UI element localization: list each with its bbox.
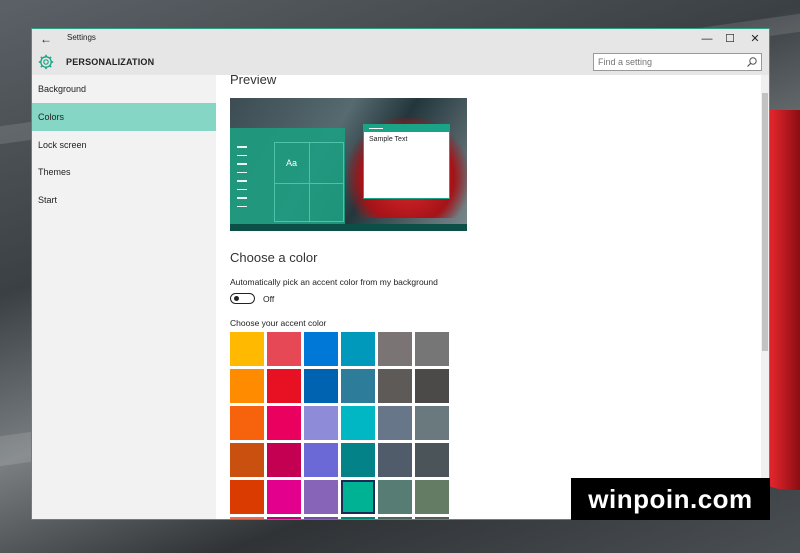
accent-color-swatch[interactable] [230, 406, 264, 440]
preview-heading: Preview [230, 75, 277, 87]
preview-window-bar [364, 125, 449, 132]
toggle-knob [234, 296, 239, 301]
preview-tile-text: Aa [286, 158, 298, 168]
auto-pick-toggle[interactable] [230, 293, 255, 304]
accent-color-swatch[interactable] [415, 369, 449, 403]
title-bar: ← Settings — ☐ ✕ [32, 29, 769, 49]
preview-menu-lines [237, 146, 247, 214]
accent-color-swatch[interactable] [415, 480, 449, 514]
accent-color-swatch[interactable] [415, 443, 449, 477]
window-title: Settings [67, 33, 96, 42]
accent-color-swatch[interactable] [267, 480, 301, 514]
preview-window: Sample Text [363, 124, 450, 199]
choose-color-heading: Choose a color [230, 250, 318, 265]
accent-color-swatch[interactable] [267, 332, 301, 366]
accent-color-swatch[interactable] [230, 332, 264, 366]
sidebar-item-start[interactable]: Start [32, 186, 216, 214]
accent-color-swatch[interactable] [230, 517, 264, 519]
accent-color-swatch[interactable] [378, 332, 412, 366]
accent-color-swatch[interactable] [378, 406, 412, 440]
accent-color-swatch[interactable] [230, 480, 264, 514]
sidebar-item-themes[interactable]: Themes [32, 158, 216, 186]
accent-color-swatch[interactable] [415, 517, 449, 519]
back-arrow-icon[interactable]: ← [38, 31, 54, 47]
accent-color-swatch[interactable] [378, 369, 412, 403]
accent-color-swatch[interactable] [304, 443, 338, 477]
page-title: PERSONALIZATION [66, 57, 155, 67]
accent-color-swatch[interactable] [341, 480, 375, 514]
accent-color-swatch[interactable] [415, 406, 449, 440]
accent-color-swatch[interactable] [378, 443, 412, 477]
preview-sample-text: Sample Text [369, 136, 408, 143]
accent-color-swatch[interactable] [230, 369, 264, 403]
accent-color-swatch[interactable] [341, 517, 375, 519]
accent-color-label: Choose your accent color [230, 318, 327, 328]
accent-color-swatch[interactable] [267, 369, 301, 403]
settings-window: ← Settings — ☐ ✕ PERSONALIZATION Find a … [31, 28, 770, 520]
sidebar-item-colors[interactable]: Colors [32, 103, 216, 131]
accent-color-swatch[interactable] [304, 369, 338, 403]
accent-color-swatch[interactable] [378, 517, 412, 519]
accent-color-swatch[interactable] [341, 443, 375, 477]
scrollbar[interactable] [761, 75, 769, 519]
close-button[interactable]: ✕ [744, 31, 766, 47]
sidebar: Background Colors Lock screen Themes Sta… [32, 75, 216, 519]
accent-color-swatch[interactable] [304, 480, 338, 514]
accent-color-swatch[interactable] [267, 443, 301, 477]
sidebar-item-background[interactable]: Background [32, 75, 216, 103]
search-box[interactable] [593, 53, 762, 71]
accent-color-swatch[interactable] [304, 517, 338, 519]
accent-color-swatch[interactable] [341, 369, 375, 403]
accent-color-swatch[interactable] [230, 443, 264, 477]
preview-image: Aa Sample Text [230, 98, 467, 231]
accent-color-swatch[interactable] [304, 406, 338, 440]
toggle-state-label: Off [263, 294, 275, 304]
main-content: Preview Aa Sample Text Choose a color Au… [216, 75, 761, 519]
accent-color-swatch[interactable] [378, 480, 412, 514]
accent-color-swatch[interactable] [267, 406, 301, 440]
preview-taskbar [230, 224, 467, 231]
maximize-button[interactable]: ☐ [719, 31, 741, 47]
accent-color-swatch[interactable] [415, 332, 449, 366]
accent-color-swatch[interactable] [341, 332, 375, 366]
search-icon[interactable] [746, 56, 758, 68]
watermark: winpoin.com [571, 478, 770, 520]
scrollbar-thumb[interactable] [762, 93, 768, 351]
page-header: PERSONALIZATION [32, 49, 769, 75]
accent-color-swatch[interactable] [304, 332, 338, 366]
minimize-button[interactable]: — [696, 31, 718, 47]
preview-tiles [274, 142, 344, 222]
gear-icon [38, 54, 54, 70]
search-input[interactable] [598, 55, 738, 69]
auto-pick-label: Automatically pick an accent color from … [230, 277, 438, 287]
sidebar-item-lock-screen[interactable]: Lock screen [32, 131, 216, 159]
accent-color-swatch[interactable] [341, 406, 375, 440]
accent-color-swatch[interactable] [267, 517, 301, 519]
